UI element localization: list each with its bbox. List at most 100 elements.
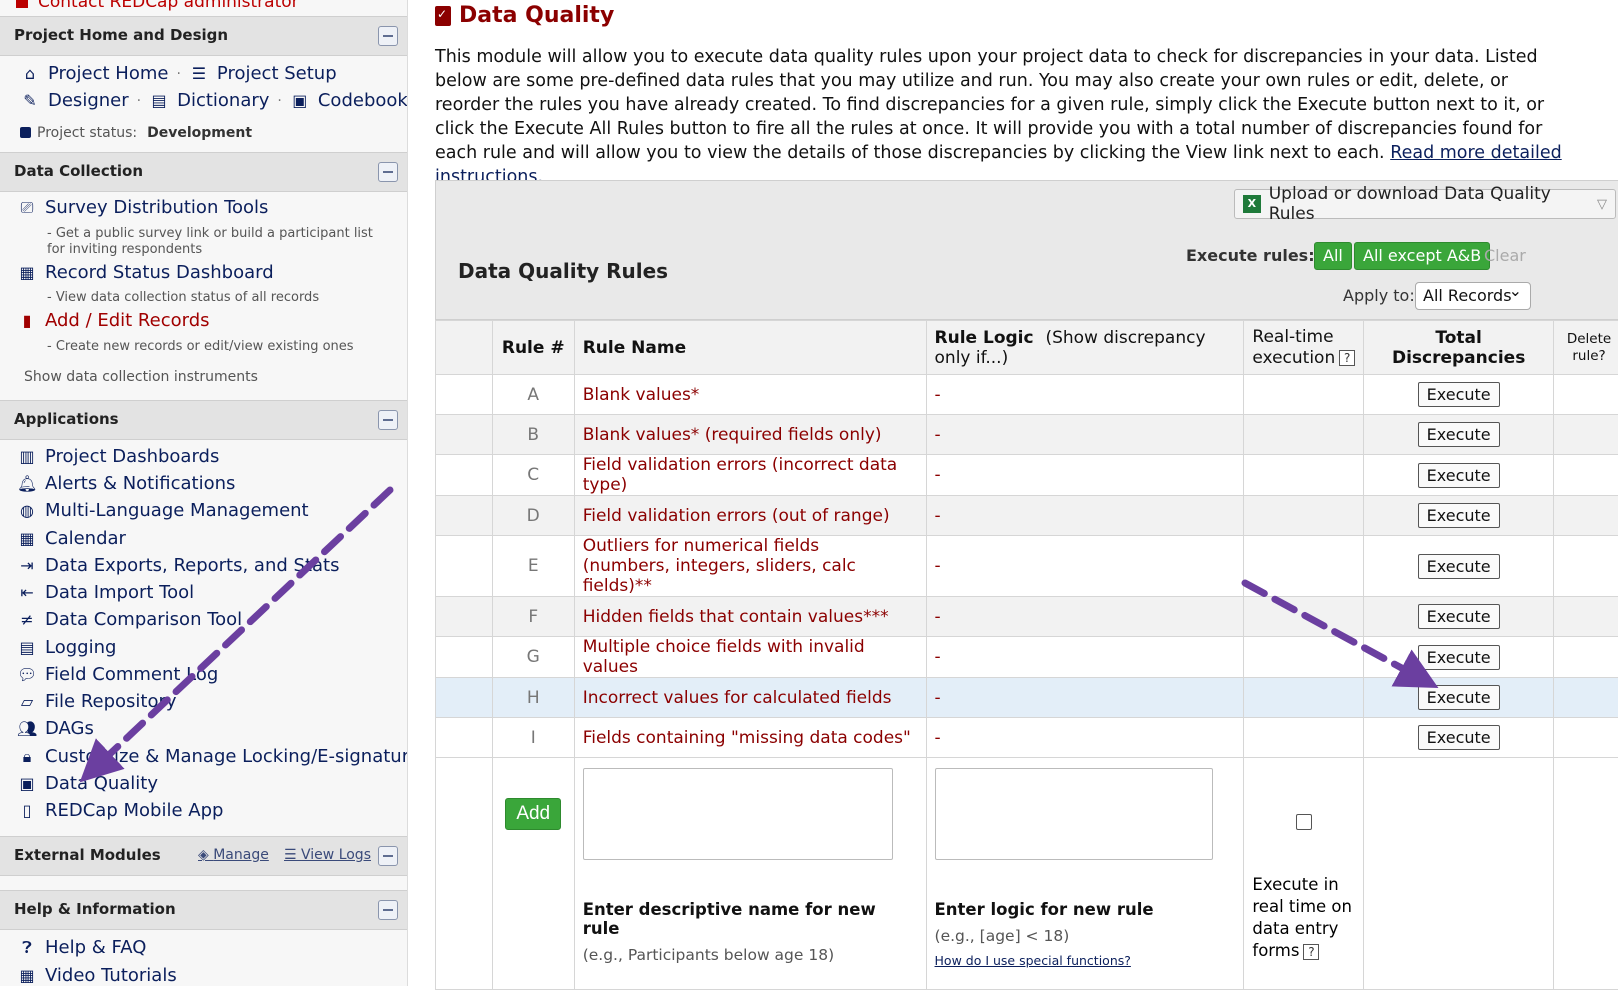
nav-designer[interactable]: Designer bbox=[48, 90, 129, 111]
nav-dags[interactable]: 👥︎DAGs bbox=[17, 718, 94, 739]
apply-to-select[interactable]: All Records bbox=[1415, 282, 1531, 310]
nav-add-edit-records[interactable]: ▮ Add / Edit Records bbox=[17, 310, 210, 331]
list-icon: ☰ bbox=[284, 847, 301, 863]
intro-text: This module will allow you to execute da… bbox=[435, 45, 1575, 189]
new-rule-name-input[interactable] bbox=[583, 768, 893, 860]
globe-icon: ◍ bbox=[17, 501, 37, 520]
new-rule-logic-input[interactable] bbox=[935, 768, 1213, 860]
nav-codebook[interactable]: Codebook bbox=[318, 90, 408, 111]
delete-cell bbox=[1554, 718, 1618, 758]
collapse-icon[interactable] bbox=[378, 162, 398, 182]
sidebar: Contact REDCap administrator Project Hom… bbox=[0, 0, 408, 986]
dictionary-icon: ▤ bbox=[149, 91, 169, 110]
apply-to-label: Apply to: bbox=[1343, 286, 1415, 305]
project-status: Project status:Development bbox=[20, 125, 252, 141]
rule-logic: - bbox=[926, 637, 1244, 678]
col-rule-name: Rule Name bbox=[574, 321, 926, 375]
section-header-applications[interactable]: Applications bbox=[0, 400, 408, 440]
execute-button[interactable]: Execute bbox=[1418, 685, 1500, 710]
page-title: Data Quality bbox=[435, 3, 614, 28]
collapse-icon[interactable] bbox=[378, 900, 398, 920]
folder-icon: ▱ bbox=[17, 692, 37, 711]
discrepancy-cell: Execute bbox=[1364, 496, 1554, 536]
nav-logging[interactable]: ▤Logging bbox=[17, 637, 116, 658]
discrepancy-cell: Execute bbox=[1364, 718, 1554, 758]
import-icon: ⇤ bbox=[17, 583, 37, 602]
rule-letter: A bbox=[492, 375, 574, 415]
rule-name: Blank values* bbox=[574, 375, 926, 415]
rules-table: Rule # Rule Name Rule Logic (Show discre… bbox=[435, 320, 1618, 990]
section-header-help[interactable]: Help & Information bbox=[0, 890, 408, 930]
nav-data-import[interactable]: ⇤Data Import Tool bbox=[17, 582, 194, 603]
nav-project-setup[interactable]: Project Setup bbox=[217, 63, 337, 84]
film-icon: ▦ bbox=[17, 966, 37, 985]
users-icon: 👥︎ bbox=[17, 719, 37, 738]
nav-calendar[interactable]: ▦Calendar bbox=[17, 528, 126, 549]
section-header-project-home-design[interactable]: Project Home and Design bbox=[0, 16, 408, 56]
help-icon[interactable]: ? bbox=[1339, 350, 1355, 366]
nav-video-tutorials[interactable]: ▦Video Tutorials bbox=[17, 965, 177, 986]
nav-project-dashboards[interactable]: ▥Project Dashboards bbox=[17, 446, 219, 467]
execute-button[interactable]: Execute bbox=[1418, 463, 1500, 488]
add-rule-button[interactable]: Add bbox=[505, 798, 561, 830]
execute-button[interactable]: Execute bbox=[1418, 503, 1500, 528]
section-header-data-collection[interactable]: Data Collection bbox=[0, 152, 408, 192]
log-icon: ▤ bbox=[17, 638, 37, 657]
realtime-cell bbox=[1244, 718, 1364, 758]
rule-name: Incorrect values for calculated fields bbox=[574, 678, 926, 718]
nav-data-quality[interactable]: ▣Data Quality bbox=[17, 773, 158, 794]
nav-alerts[interactable]: 🔔︎Alerts & Notifications bbox=[17, 473, 235, 494]
delete-cell bbox=[1554, 415, 1618, 455]
nav-project-home[interactable]: ⌂ Project Home · ☰ Project Setup bbox=[20, 63, 337, 84]
nav-file-repository[interactable]: ▱File Repository bbox=[17, 691, 177, 712]
execute-all-except-ab-button[interactable]: All except A&B bbox=[1354, 242, 1490, 270]
execute-button[interactable]: Execute bbox=[1418, 382, 1500, 407]
delete-cell bbox=[1554, 375, 1618, 415]
panel-title: Data Quality Rules bbox=[458, 259, 668, 283]
collapse-icon[interactable] bbox=[378, 26, 398, 46]
nav-record-status-dashboard[interactable]: ▦ Record Status Dashboard bbox=[17, 262, 274, 283]
execute-button[interactable]: Execute bbox=[1418, 604, 1500, 629]
nav-field-comment-log[interactable]: 💬︎Field Comment Log bbox=[17, 664, 218, 685]
survey-distribution-desc: - Get a public survey link or build a pa… bbox=[47, 226, 392, 258]
nav-help-faq[interactable]: ❓︎Help & FAQ bbox=[17, 937, 146, 958]
discrepancy-cell: Execute bbox=[1364, 637, 1554, 678]
realtime-cell bbox=[1244, 678, 1364, 718]
nav-survey-distribution[interactable]: ⎚ Survey Distribution Tools bbox=[17, 197, 268, 218]
rule-logic: - bbox=[926, 718, 1244, 758]
rules-panel-header: X Upload or download Data Quality Rules … bbox=[435, 180, 1618, 320]
delete-cell bbox=[1554, 597, 1618, 637]
rule-letter: C bbox=[492, 455, 574, 496]
nav-data-exports[interactable]: ⇥Data Exports, Reports, and Stats bbox=[17, 555, 339, 576]
nav-mobile-app[interactable]: ▯REDCap Mobile App bbox=[17, 800, 223, 821]
clear-button[interactable]: Clear bbox=[1484, 246, 1526, 265]
record-status-desc: - View data collection status of all rec… bbox=[47, 290, 319, 306]
execute-button[interactable]: Execute bbox=[1418, 554, 1500, 579]
contact-admin-link[interactable]: Contact REDCap administrator bbox=[16, 0, 299, 12]
realtime-checkbox[interactable] bbox=[1296, 814, 1312, 830]
collapse-icon[interactable] bbox=[378, 846, 398, 866]
help-icon[interactable]: ? bbox=[1303, 944, 1319, 960]
execute-button[interactable]: Execute bbox=[1418, 725, 1500, 750]
new-rule-name-example: (e.g., Participants below age 18) bbox=[583, 946, 918, 964]
collapse-icon[interactable] bbox=[378, 410, 398, 430]
execute-all-button[interactable]: All bbox=[1314, 242, 1352, 270]
list-icon: ☰ bbox=[189, 64, 209, 83]
execute-button[interactable]: Execute bbox=[1418, 645, 1500, 670]
upload-download-rules-button[interactable]: X Upload or download Data Quality Rules … bbox=[1234, 189, 1616, 219]
nav-locking[interactable]: 🔒︎Customize & Manage Locking/E-signature… bbox=[17, 746, 408, 767]
special-functions-link[interactable]: How do I use special functions? bbox=[935, 953, 1236, 968]
nav-data-comparison[interactable]: ≠Data Comparison Tool bbox=[17, 609, 242, 630]
rule-logic: - bbox=[926, 536, 1244, 597]
execute-button[interactable]: Execute bbox=[1418, 422, 1500, 447]
nav-multi-language[interactable]: ◍Multi-Language Management bbox=[17, 500, 309, 521]
lock-icon: 🔒︎ bbox=[17, 747, 37, 767]
view-logs-link[interactable]: ☰ View Logs bbox=[284, 847, 371, 863]
home-icon: ⌂ bbox=[20, 64, 40, 83]
manage-modules-link[interactable]: ◈ Manage bbox=[198, 847, 269, 863]
show-instruments-link[interactable]: Show data collection instruments bbox=[24, 369, 258, 385]
discrepancy-cell: Execute bbox=[1364, 536, 1554, 597]
rule-name: Blank values* (required fields only) bbox=[574, 415, 926, 455]
nav-dictionary[interactable]: Dictionary bbox=[177, 90, 269, 111]
delete-cell bbox=[1554, 496, 1618, 536]
